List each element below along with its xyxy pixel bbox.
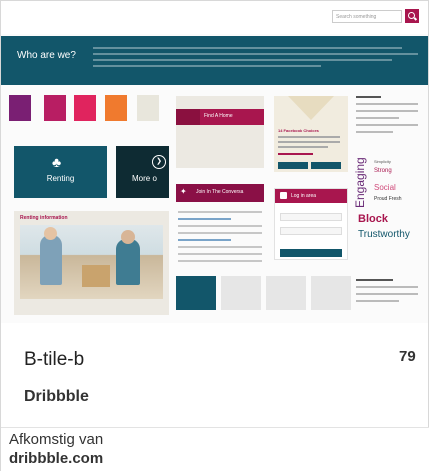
color-swatch: [137, 95, 159, 121]
more-tile-label: More o: [132, 174, 157, 183]
bottom-swatch: [221, 276, 261, 310]
people-icon: ♣: [52, 154, 62, 170]
renting-tile-label: Renting: [46, 174, 75, 183]
word-block: Block: [358, 213, 388, 225]
couple-photo: [20, 225, 163, 299]
preview-header: Search something: [1, 1, 428, 34]
color-swatch: [44, 95, 66, 121]
word-trustworthy: Trustworthy: [358, 229, 410, 240]
renting-info-title: Renting information: [20, 215, 68, 221]
attribution-bar[interactable]: Afkomstig van dribbble.com: [1, 427, 429, 471]
attribution-domain-link[interactable]: dribbble.com: [9, 450, 103, 467]
arrow-circle-icon: ❯: [152, 155, 166, 169]
save-count: 79: [399, 348, 416, 365]
word-proud-fresh: Proud Fresh: [374, 196, 402, 202]
renting-info-panel: Renting information: [14, 211, 169, 315]
login-label: Log in area: [291, 193, 317, 199]
facebook-card-title: 14 Facebook Choices: [278, 128, 319, 133]
envelope-icon: [288, 96, 334, 120]
word-engaging: Engaging: [353, 157, 367, 208]
color-swatch: [105, 95, 127, 121]
lock-icon: [280, 192, 287, 199]
color-swatch: [9, 95, 31, 121]
renting-tile: ♣ Renting: [14, 146, 107, 198]
word-social: Social: [374, 183, 396, 192]
preview-banner: Who are we?: [1, 36, 428, 85]
patterns-notes: [356, 279, 418, 307]
bottom-swatch: [311, 276, 351, 310]
tweet-lines: [176, 206, 264, 262]
preview-search-field: Search something: [332, 10, 402, 23]
color-swatch: [74, 95, 96, 121]
notes-list: [356, 96, 418, 138]
twitter-label: Join In The Conversa: [196, 189, 244, 195]
twitter-bird-icon: ✦: [180, 187, 187, 196]
nav-bar: Find A Home: [176, 109, 264, 125]
find-home-label: Find A Home: [204, 113, 233, 119]
search-icon: [405, 9, 419, 23]
word-strong: Strong: [374, 168, 392, 174]
home-tab: [176, 109, 200, 125]
facebook-card: 14 Facebook Choices: [274, 96, 348, 172]
design-preview-image[interactable]: Search something Who are we? ♣ Renting ❯…: [1, 1, 428, 323]
preview-banner-title: Who are we?: [17, 50, 76, 61]
word-simplicity: Simplicity: [374, 159, 391, 164]
twitter-bar: ✦ Join In The Conversa: [176, 184, 264, 202]
pin-card[interactable]: Search something Who are we? ♣ Renting ❯…: [0, 0, 429, 471]
bottom-swatch: [176, 276, 216, 310]
pin-title[interactable]: B-tile-b: [24, 349, 84, 371]
login-panel: Log in area: [274, 188, 348, 260]
more-tile: ❯ More o: [116, 146, 169, 198]
nav-panel: [176, 96, 264, 168]
preview-banner-text: [93, 47, 418, 71]
pin-source[interactable]: Dribbble: [24, 388, 89, 406]
bottom-swatch: [266, 276, 306, 310]
attribution-prefix: Afkomstig van: [9, 431, 104, 448]
